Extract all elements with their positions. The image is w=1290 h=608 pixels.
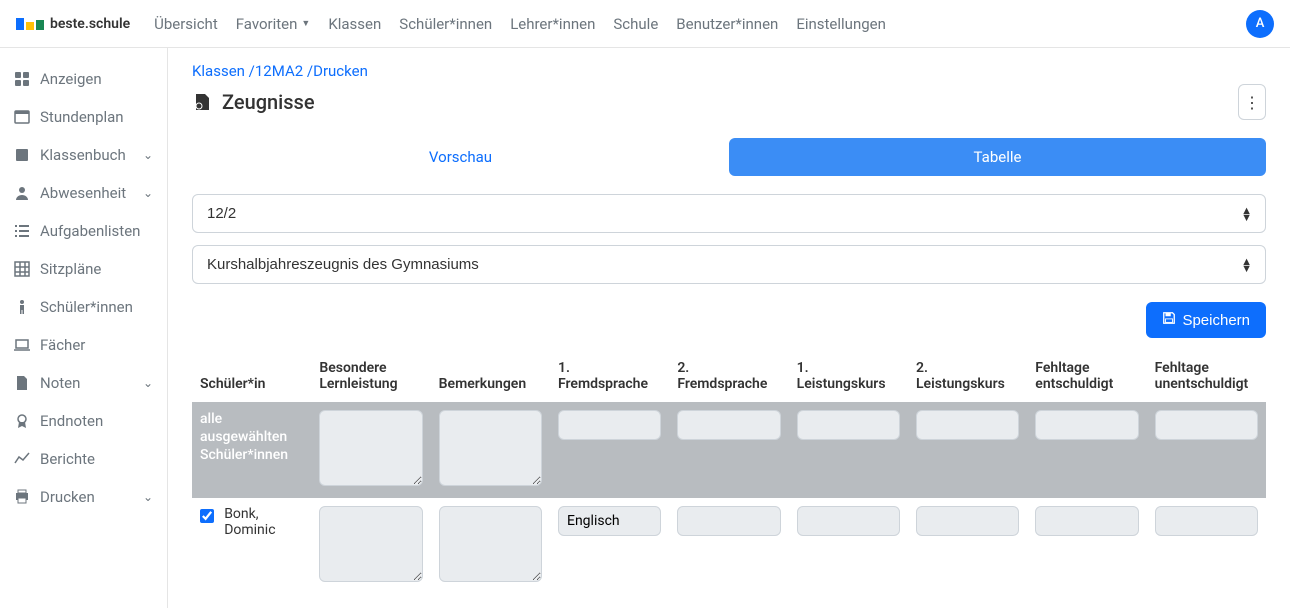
fs2-input[interactable] — [677, 506, 780, 536]
list-icon — [14, 223, 30, 239]
topnav-settings[interactable]: Einstellungen — [796, 15, 886, 33]
content: Klassen /12MA2 /Drucken Zeugnisse ⋮ Vors… — [168, 48, 1290, 608]
child-icon — [14, 299, 30, 315]
topnav-overview[interactable]: Übersicht — [154, 15, 218, 33]
col-bemerkungen: Bemerkungen — [431, 350, 550, 402]
sidebar-item-sitzplaene[interactable]: Sitzpläne — [0, 250, 167, 288]
topnav-students[interactable]: Schüler*innen — [399, 15, 492, 33]
all-fs1-input[interactable] — [558, 410, 661, 440]
chevron-down-icon: ⌄ — [143, 490, 153, 504]
col-fs2: 2. Fremdsprache — [669, 350, 788, 402]
brand-text: beste.schule — [50, 16, 130, 32]
col-lk1: 1. Leistungskurs — [789, 350, 908, 402]
sidebar: Anzeigen Stundenplan Klassenbuch ⌄ Abwes… — [0, 48, 168, 608]
period-select[interactable]: 12/2 — [192, 194, 1266, 233]
kebab-icon: ⋮ — [1244, 93, 1260, 112]
student-name: Bonk, Dominic — [224, 506, 303, 538]
chevron-down-icon: ⌄ — [143, 186, 153, 200]
chart-icon — [14, 451, 30, 467]
fs1-input[interactable] — [558, 506, 661, 536]
avatar-initial: A — [1256, 16, 1265, 31]
breadcrumb-classes[interactable]: Klassen — [192, 62, 245, 80]
laptop-icon — [14, 337, 30, 353]
fu-input[interactable] — [1155, 506, 1258, 536]
chevron-down-icon: ⌄ — [143, 376, 153, 390]
person-icon — [14, 185, 30, 201]
all-bemerkungen-input[interactable] — [439, 410, 542, 486]
bemerkungen-input[interactable] — [439, 506, 542, 582]
sidebar-item-endnoten[interactable]: Endnoten — [0, 402, 167, 440]
tab-table[interactable]: Tabelle — [729, 138, 1266, 176]
dashboard-icon — [14, 71, 30, 87]
all-lk1-input[interactable] — [797, 410, 900, 440]
col-besondere: Besondere Lernleistung — [311, 350, 430, 402]
student-checkbox[interactable] — [200, 508, 214, 524]
breadcrumb-print[interactable]: Drucken — [313, 62, 368, 80]
save-button[interactable]: Speichern — [1146, 302, 1266, 338]
report-type-select[interactable]: Kurshalbjahreszeugnis des Gymnasiums — [192, 245, 1266, 284]
all-fe-input[interactable] — [1035, 410, 1138, 440]
table-row: Bonk, Dominic — [192, 498, 1266, 594]
chevron-down-icon: ⌄ — [143, 148, 153, 162]
topnav-teachers[interactable]: Lehrer*innen — [510, 15, 595, 33]
avatar[interactable]: A — [1246, 10, 1274, 38]
topnav-favorites[interactable]: Favoriten ▼ — [236, 15, 311, 33]
book-icon — [14, 147, 30, 163]
lk1-input[interactable] — [797, 506, 900, 536]
file-icon — [14, 375, 30, 391]
certificate-icon — [192, 92, 212, 112]
sidebar-item-abwesenheit[interactable]: Abwesenheit ⌄ — [0, 174, 167, 212]
topnav-classes[interactable]: Klassen — [328, 15, 381, 33]
sidebar-item-faecher[interactable]: Fächer — [0, 326, 167, 364]
breadcrumb-class[interactable]: 12MA2 — [255, 62, 303, 80]
all-selected-label: alle ausgewählten Schüler*innen — [200, 410, 303, 465]
sidebar-item-klassenbuch[interactable]: Klassenbuch ⌄ — [0, 136, 167, 174]
sidebar-item-anzeigen[interactable]: Anzeigen — [0, 60, 167, 98]
topnav-school[interactable]: Schule — [613, 15, 658, 33]
fe-input[interactable] — [1035, 506, 1138, 536]
besondere-input[interactable] — [319, 506, 422, 582]
more-menu-button[interactable]: ⋮ — [1238, 84, 1266, 120]
col-fe: Fehltage entschuldigt — [1027, 350, 1146, 402]
topnav: Übersicht Favoriten ▼ Klassen Schüler*in… — [154, 15, 886, 33]
col-fs1: 1. Fremdsprache — [550, 350, 669, 402]
topbar: beste.schule Übersicht Favoriten ▼ Klass… — [0, 0, 1290, 48]
col-fu: Fehltage unentschuldigt — [1147, 350, 1266, 402]
report-table: Schüler*in Besondere Lernleistung Bemerk… — [192, 350, 1266, 594]
sidebar-item-berichte[interactable]: Berichte — [0, 440, 167, 478]
tab-preview[interactable]: Vorschau — [192, 138, 729, 176]
sidebar-item-drucken[interactable]: Drucken ⌄ — [0, 478, 167, 516]
print-icon — [14, 489, 30, 505]
topnav-users[interactable]: Benutzer*innen — [676, 15, 778, 33]
lk2-input[interactable] — [916, 506, 1019, 536]
calendar-icon — [14, 109, 30, 125]
award-icon — [14, 413, 30, 429]
tabs: Vorschau Tabelle — [192, 138, 1266, 176]
sidebar-item-stundenplan[interactable]: Stundenplan — [0, 98, 167, 136]
col-lk2: 2. Leistungskurs — [908, 350, 1027, 402]
all-fu-input[interactable] — [1155, 410, 1258, 440]
brand[interactable]: beste.schule — [16, 16, 130, 32]
sidebar-item-schueler[interactable]: Schüler*innen — [0, 288, 167, 326]
sidebar-item-noten[interactable]: Noten ⌄ — [0, 364, 167, 402]
grid-icon — [14, 261, 30, 277]
page-title: Zeugnisse — [192, 90, 315, 114]
all-besondere-input[interactable] — [319, 410, 422, 486]
breadcrumb: Klassen /12MA2 /Drucken — [192, 62, 1266, 80]
sidebar-item-aufgabenlisten[interactable]: Aufgabenlisten — [0, 212, 167, 250]
col-student: Schüler*in — [192, 350, 311, 402]
all-selected-row: alle ausgewählten Schüler*innen — [192, 402, 1266, 498]
all-fs2-input[interactable] — [677, 410, 780, 440]
brand-logo-icon — [16, 18, 44, 30]
save-icon — [1162, 311, 1176, 329]
caret-down-icon: ▼ — [301, 18, 310, 29]
all-lk2-input[interactable] — [916, 410, 1019, 440]
